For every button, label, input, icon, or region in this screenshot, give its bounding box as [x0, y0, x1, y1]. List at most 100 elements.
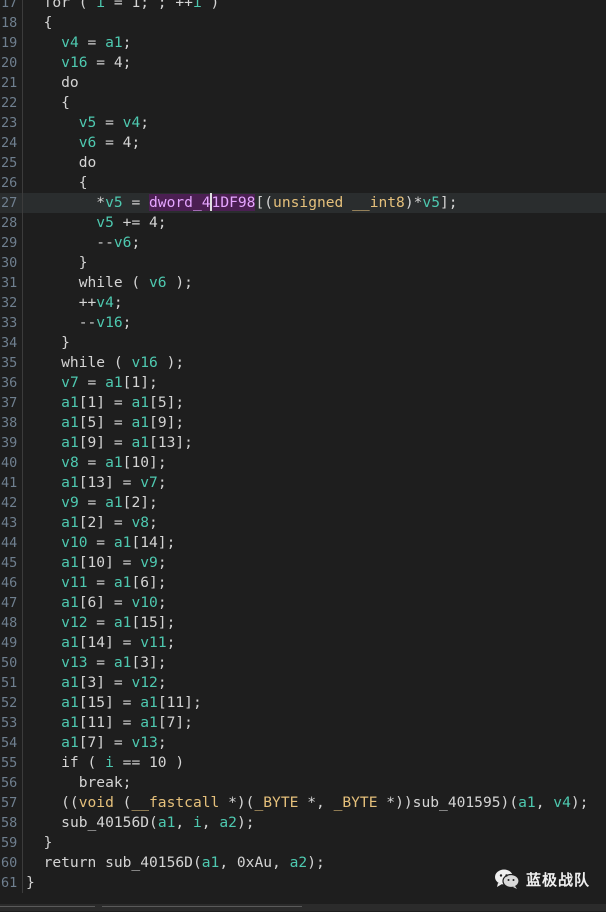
code-line[interactable]: 42 v9 = a1[2];	[0, 493, 606, 513]
identifier-token[interactable]: a1	[61, 394, 79, 411]
identifier-token[interactable]: v8	[131, 514, 149, 531]
identifier-token[interactable]: a1	[202, 854, 220, 871]
code-text[interactable]: ((void (__fastcall *)(_BYTE *, _BYTE *))…	[26, 793, 588, 813]
identifier-token[interactable]: a1	[61, 474, 79, 491]
identifier-token[interactable]: v5	[96, 214, 114, 231]
code-text[interactable]: a1[11] = a1[7];	[26, 713, 193, 733]
code-text[interactable]: for ( i = 1; ; ++i )	[26, 0, 220, 13]
code-text[interactable]: v8 = a1[10];	[26, 453, 166, 473]
identifier-token[interactable]: a1	[131, 394, 149, 411]
identifier-token[interactable]: a1	[105, 494, 123, 511]
identifier-token[interactable]: a1	[61, 434, 79, 451]
identifier-token[interactable]: v5	[422, 194, 440, 211]
code-line[interactable]: 25 do	[0, 153, 606, 173]
identifier-token[interactable]: a1	[61, 674, 79, 691]
identifier-token[interactable]: a1	[131, 434, 149, 451]
identifier-token[interactable]: v7	[140, 474, 158, 491]
code-line[interactable]: 46 v11 = a1[6];	[0, 573, 606, 593]
global-symbol-token[interactable]: dword_4	[149, 194, 211, 211]
identifier-token[interactable]: v10	[61, 534, 87, 551]
code-line[interactable]: 27 *v5 = dword_41DF98[(unsigned __int8)*…	[0, 193, 606, 213]
identifier-token[interactable]: a2	[219, 814, 237, 831]
code-line[interactable]: 26 {	[0, 173, 606, 193]
code-line[interactable]: 55 if ( i == 10 )	[0, 753, 606, 773]
identifier-token[interactable]: a1	[105, 374, 123, 391]
code-text[interactable]: v9 = a1[2];	[26, 493, 158, 513]
code-text[interactable]: v5 = v4;	[26, 113, 149, 133]
identifier-token[interactable]: i	[193, 0, 202, 11]
identifier-token[interactable]: a1	[114, 654, 132, 671]
code-line[interactable]: 48 v12 = a1[15];	[0, 613, 606, 633]
code-text[interactable]: }	[26, 253, 88, 273]
code-line[interactable]: 18 {	[0, 13, 606, 33]
code-text[interactable]: a1[6] = v10;	[26, 593, 166, 613]
code-text[interactable]: a1[5] = a1[9];	[26, 413, 184, 433]
identifier-token[interactable]: v12	[61, 614, 87, 631]
identifier-token[interactable]: a1	[61, 734, 79, 751]
global-symbol-token[interactable]: 1DF98	[211, 194, 256, 211]
code-line[interactable]: 29 --v6;	[0, 233, 606, 253]
code-text[interactable]: sub_40156D(a1, i, a2);	[26, 813, 254, 833]
identifier-token[interactable]: v13	[131, 734, 157, 751]
code-text[interactable]: a1[13] = v7;	[26, 473, 166, 493]
code-line[interactable]: 37 a1[1] = a1[5];	[0, 393, 606, 413]
identifier-token[interactable]: v16	[61, 54, 87, 71]
code-text[interactable]: a1[10] = v9;	[26, 553, 166, 573]
code-text[interactable]: a1[14] = v11;	[26, 633, 175, 653]
identifier-token[interactable]: a1	[114, 534, 132, 551]
function-token[interactable]: sub_401595	[413, 794, 501, 811]
code-line[interactable]: 19 v4 = a1;	[0, 33, 606, 53]
code-text[interactable]: {	[26, 93, 70, 113]
code-line[interactable]: 54 a1[7] = v13;	[0, 733, 606, 753]
identifier-token[interactable]: v16	[96, 314, 122, 331]
code-text[interactable]: v7 = a1[1];	[26, 373, 158, 393]
code-text[interactable]: do	[26, 153, 97, 173]
identifier-token[interactable]: v13	[61, 654, 87, 671]
code-line[interactable]: 59 }	[0, 833, 606, 853]
identifier-token[interactable]: a1	[114, 614, 132, 631]
code-line[interactable]: 41 a1[13] = v7;	[0, 473, 606, 493]
identifier-token[interactable]: v6	[114, 234, 132, 251]
code-text[interactable]: a1[7] = v13;	[26, 733, 166, 753]
code-text[interactable]: v10 = a1[14];	[26, 533, 175, 553]
code-text[interactable]: v5 += 4;	[26, 213, 166, 233]
code-line[interactable]: 38 a1[5] = a1[9];	[0, 413, 606, 433]
identifier-token[interactable]: v4	[553, 794, 571, 811]
code-line[interactable]: 50 v13 = a1[3];	[0, 653, 606, 673]
code-text[interactable]: a1[3] = v12;	[26, 673, 166, 693]
identifier-token[interactable]: a1	[114, 574, 132, 591]
code-text[interactable]: }	[26, 873, 35, 893]
identifier-token[interactable]: a1	[140, 694, 158, 711]
code-text[interactable]: }	[26, 333, 70, 353]
identifier-token[interactable]: v10	[131, 594, 157, 611]
identifier-token[interactable]: v4	[96, 294, 114, 311]
code-line[interactable]: 17 for ( i = 1; ; ++i )	[0, 0, 606, 13]
identifier-token[interactable]: v12	[131, 674, 157, 691]
code-text[interactable]: {	[26, 173, 88, 193]
identifier-token[interactable]: v16	[131, 354, 157, 371]
code-line[interactable]: 36 v7 = a1[1];	[0, 373, 606, 393]
identifier-token[interactable]: a1	[105, 454, 123, 471]
code-text[interactable]: v16 = 4;	[26, 53, 131, 73]
code-line[interactable]: 22 {	[0, 93, 606, 113]
code-line[interactable]: 30 }	[0, 253, 606, 273]
identifier-token[interactable]: a1	[105, 34, 123, 51]
code-text[interactable]: while ( v6 );	[26, 273, 193, 293]
identifier-token[interactable]: a1	[158, 814, 176, 831]
code-line[interactable]: 35 while ( v16 );	[0, 353, 606, 373]
code-text[interactable]: a1[9] = a1[13];	[26, 433, 193, 453]
code-line[interactable]: 39 a1[9] = a1[13];	[0, 433, 606, 453]
code-line[interactable]: 51 a1[3] = v12;	[0, 673, 606, 693]
code-line[interactable]: 44 v10 = a1[14];	[0, 533, 606, 553]
bottom-scrollbar[interactable]	[0, 904, 606, 911]
code-line[interactable]: 20 v16 = 4;	[0, 53, 606, 73]
identifier-token[interactable]: v9	[61, 494, 79, 511]
identifier-token[interactable]: a1	[61, 554, 79, 571]
code-line[interactable]: 49 a1[14] = v11;	[0, 633, 606, 653]
identifier-token[interactable]: v6	[149, 274, 167, 291]
code-line[interactable]: 23 v5 = v4;	[0, 113, 606, 133]
code-text[interactable]: --v16;	[26, 313, 132, 333]
code-line[interactable]: 57 ((void (__fastcall *)(_BYTE *, _BYTE …	[0, 793, 606, 813]
identifier-token[interactable]: a1	[61, 634, 79, 651]
code-text[interactable]: ++v4;	[26, 293, 123, 313]
